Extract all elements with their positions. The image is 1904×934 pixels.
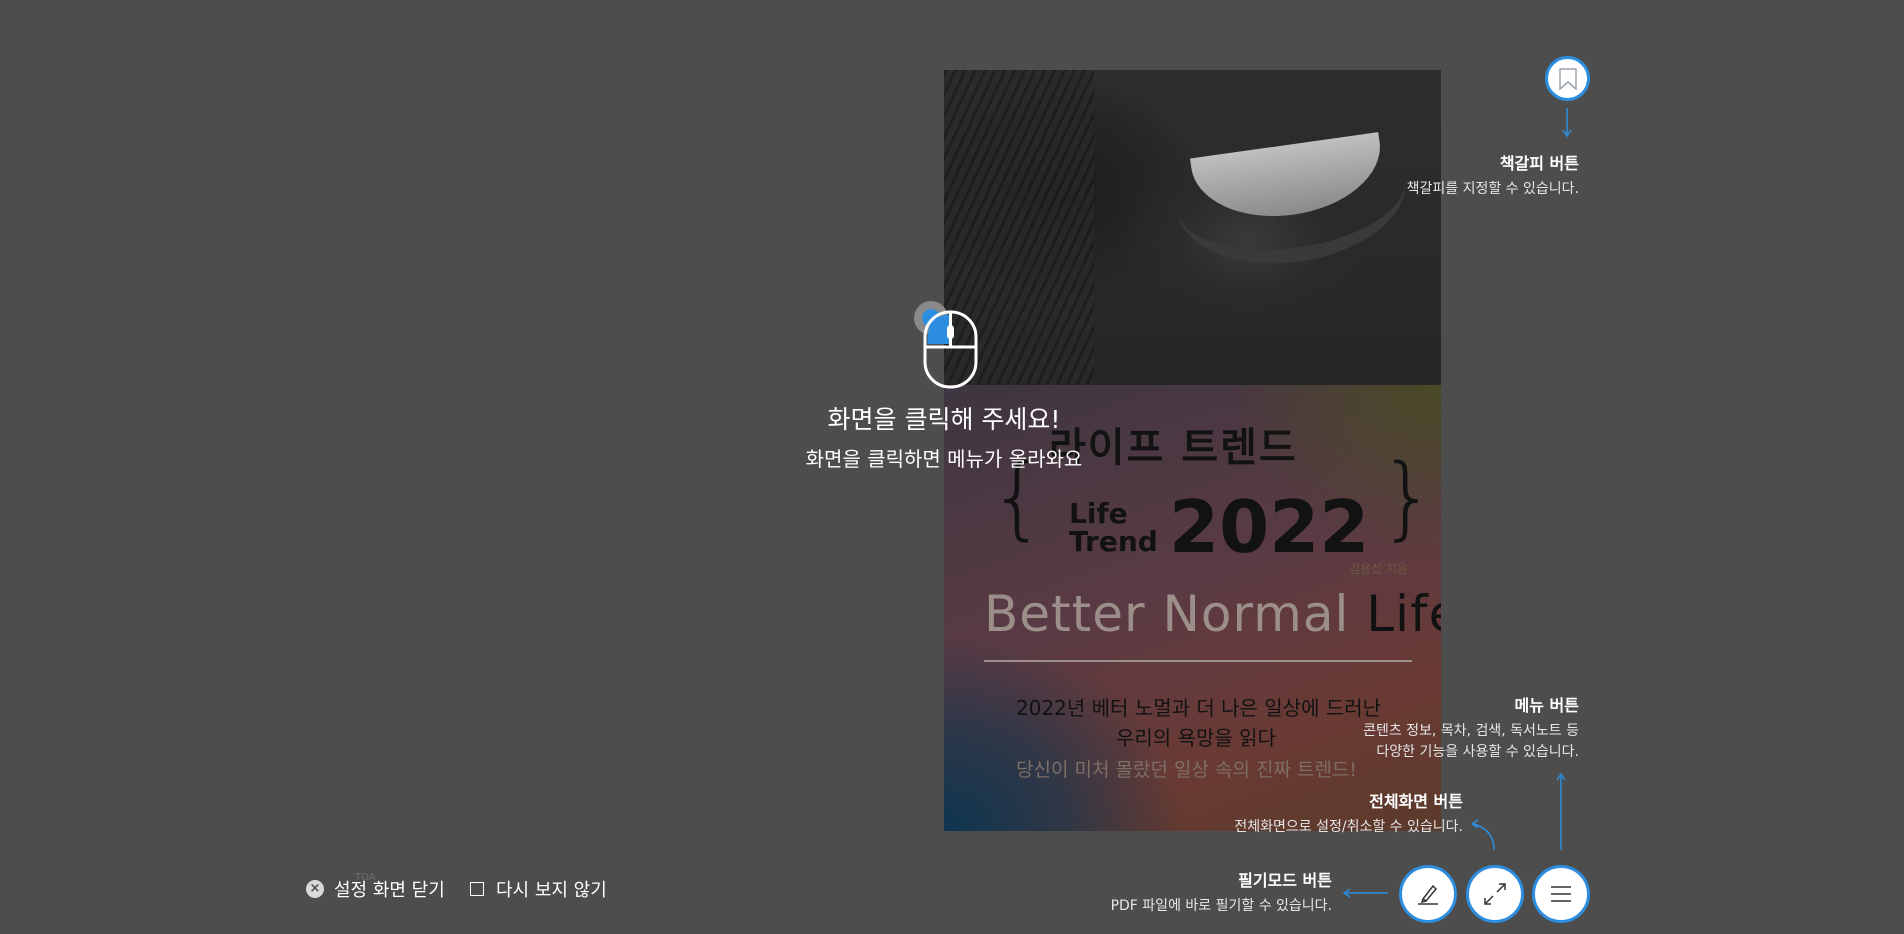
close-settings-label: 설정 화면 닫기 bbox=[334, 880, 445, 901]
cover-line-1: 2022년 베터 노멀과 더 나은 일상에 드러난 bbox=[1016, 696, 1382, 720]
expand-icon bbox=[1484, 883, 1506, 905]
menu-guide-desc: 콘텐츠 정보, 목차, 검색, 독서노트 등 다양한 기능을 사용할 수 있습니… bbox=[1363, 721, 1579, 763]
fullscreen-guide-desc: 전체화면으로 설정/취소할 수 있습니다. bbox=[1234, 819, 1463, 835]
cover-year: 2022 bbox=[1169, 485, 1370, 569]
never-show-checkbox[interactable] bbox=[470, 882, 484, 896]
cover-photo bbox=[944, 70, 1441, 385]
menu-button[interactable] bbox=[1532, 865, 1590, 923]
pen-guide: 필기모드 버튼 PDF 파일에 바로 필기할 수 있습니다. bbox=[1111, 867, 1332, 917]
menu-guide-desc-line1: 콘텐츠 정보, 목차, 검색, 독서노트 등 bbox=[1363, 723, 1579, 739]
close-icon: × bbox=[306, 880, 324, 898]
pen-icon bbox=[1418, 884, 1438, 905]
bookmark-button[interactable] bbox=[1545, 56, 1590, 101]
bookmark-guide: 책갈피 버튼 책갈피를 지정할 수 있습니다. bbox=[1407, 150, 1579, 200]
close-settings-button[interactable]: × 설정 화면 닫기 bbox=[306, 876, 445, 902]
life-text: Life bbox=[1366, 585, 1441, 643]
menu-guide-desc-line2: 다양한 기능을 사용할 수 있습니다. bbox=[1376, 744, 1579, 760]
never-show-label: 다시 보지 않기 bbox=[496, 880, 607, 901]
cover-line-3: 당신이 미처 몰랐던 일상 속의 진짜 트렌드! bbox=[1016, 759, 1358, 781]
cover-better-normal: Better Normal Life bbox=[984, 585, 1441, 643]
cover-line-2: 우리의 욕망을 읽다 bbox=[1116, 726, 1276, 750]
brace-right: } bbox=[1379, 445, 1437, 550]
mouse-click-icon bbox=[914, 301, 978, 389]
menu-guide-title: 메뉴 버튼 bbox=[1514, 696, 1579, 715]
cover-life: Life bbox=[1069, 497, 1128, 530]
cover-underline bbox=[984, 660, 1412, 662]
pen-guide-title: 필기모드 버튼 bbox=[1238, 871, 1332, 890]
never-show-option[interactable]: 다시 보지 않기 bbox=[470, 876, 607, 902]
cover-life-trend: Life Trend bbox=[1069, 500, 1158, 556]
click-prompt-title: 화면을 클릭해 주세요! bbox=[827, 405, 1061, 434]
cover-author: 김용섭 지음 bbox=[1349, 562, 1409, 576]
bookmark-icon bbox=[1558, 67, 1577, 91]
bookmark-guide-desc: 책갈피를 지정할 수 있습니다. bbox=[1406, 181, 1579, 197]
click-prompt-subtitle: 화면을 클릭하면 메뉴가 올라와요 bbox=[805, 447, 1083, 471]
fullscreen-button[interactable] bbox=[1466, 865, 1524, 923]
pen-mode-button[interactable] bbox=[1399, 865, 1457, 923]
bookmark-guide-title: 책갈피 버튼 bbox=[1499, 154, 1579, 173]
pen-guide-desc: PDF 파일에 바로 필기할 수 있습니다. bbox=[1110, 898, 1332, 914]
cover-trend: Trend bbox=[1069, 525, 1158, 558]
better-normal-text: Better Normal bbox=[984, 585, 1367, 643]
fullscreen-guide: 전체화면 버튼 전체화면으로 설정/취소할 수 있습니다. bbox=[1234, 788, 1463, 838]
hamburger-icon bbox=[1551, 886, 1571, 902]
fullscreen-guide-title: 전체화면 버튼 bbox=[1369, 792, 1463, 811]
menu-guide: 메뉴 버튼 콘텐츠 정보, 목차, 검색, 독서노트 등 다양한 기능을 사용할… bbox=[1363, 692, 1579, 763]
